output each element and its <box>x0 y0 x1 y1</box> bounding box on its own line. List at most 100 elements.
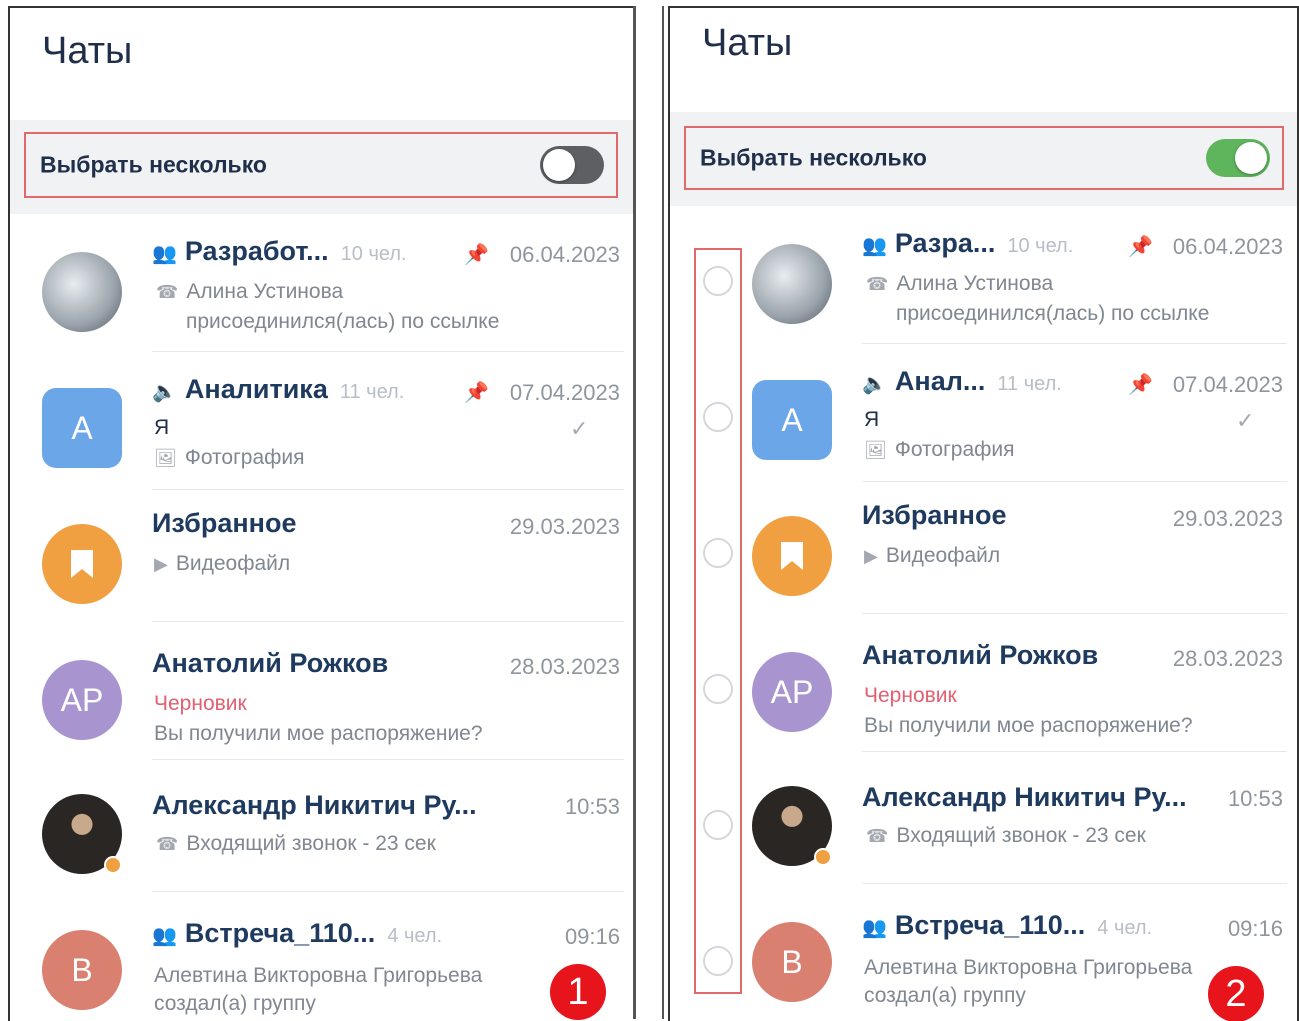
select-multiple-toggle[interactable] <box>1206 139 1270 177</box>
chat-avatar-photo <box>42 252 122 332</box>
chat-date: 29.03.2023 <box>509 514 620 539</box>
chat-date: 06.04.2023 <box>1172 234 1283 259</box>
group-icon: 👥 <box>862 235 887 257</box>
step-marker: 2 <box>1208 966 1264 1021</box>
pin-icon: 📌 <box>1128 236 1153 258</box>
online-status-dot <box>104 856 122 874</box>
chat-preview-line2: присоединился(лась) по ссылке <box>186 310 500 333</box>
phone-icon: ☎ <box>866 274 889 294</box>
member-count: 10 чел. <box>1007 235 1074 257</box>
chat-sender: Я <box>154 416 170 439</box>
chat-name-line: 🔈 Анал... 11 чел. <box>862 366 1062 397</box>
chat-name: Разра... <box>894 228 996 258</box>
chat-name-line: 👥 Встреча_110... 4 чел. <box>152 918 442 949</box>
chat-row-alexander[interactable]: Александр Никитич Ру... 10:53 ☎ Входящий … <box>720 752 1297 884</box>
chat-row-favorites[interactable]: Избранное 29.03.2023 ▶ Видеофайл <box>720 482 1297 614</box>
chat-name: Разработ... <box>184 236 329 266</box>
chat-avatar: AP <box>752 652 832 732</box>
chat-avatar-photo <box>752 244 832 324</box>
chat-date: 10:53 <box>1227 786 1283 811</box>
chat-preview-line1: ▶ Видеофайл <box>154 552 291 575</box>
member-count: 10 чел. <box>340 243 407 265</box>
group-icon: 👥 <box>862 917 887 939</box>
chat-date: 28.03.2023 <box>1172 646 1283 671</box>
pin-icon: 📌 <box>1128 374 1153 396</box>
video-icon: ▶ <box>154 554 168 574</box>
chat-name: Анатолий Рожков <box>152 648 389 678</box>
group-icon: 👥 <box>152 243 177 265</box>
chat-name: Встреча_110... <box>184 918 376 948</box>
chat-date: 07.04.2023 <box>1172 372 1283 397</box>
select-multiple-label: Выбрать несколько <box>40 151 267 178</box>
megaphone-icon: 🔈 <box>152 381 177 403</box>
chat-name: Александр Никитич Ру... <box>862 782 1187 812</box>
chat-preview-line1: Алевтина Викторовна Григорьева <box>864 956 1193 979</box>
chat-row-development[interactable]: 👥 Разра... 10 чел. 📌 06.04.2023 ☎ Алина У… <box>720 206 1297 344</box>
chat-avatar: B <box>752 922 832 1002</box>
chat-date: 29.03.2023 <box>1172 506 1283 531</box>
pin-icon: 📌 <box>464 382 489 404</box>
chat-preview-line1: ▶ Видеофайл <box>864 544 1001 567</box>
chats-panel-toggle-off: Чаты Выбрать несколько 👥 Разработ... 10 … <box>8 6 634 1021</box>
chat-preview-line2: присоединился(лась) по ссылке <box>896 302 1210 325</box>
chat-preview-line2: Вы получили мое распоряжение? <box>154 722 483 745</box>
member-count: 4 чел. <box>387 925 443 947</box>
chat-name-line: 👥 Разработ... 10 чел. <box>152 236 407 267</box>
panel-separator <box>662 6 664 1019</box>
member-count: 11 чел. <box>339 381 405 403</box>
select-multiple-row[interactable]: Выбрать несколько <box>24 132 618 198</box>
chat-name-line: Анатолий Рожков <box>152 648 388 679</box>
chat-name-line: 🔈 Аналитика 11 чел. <box>152 374 404 405</box>
chat-date: 10:53 <box>564 794 620 819</box>
chat-preview-line2: Вы получили мое распоряжение? <box>864 714 1193 737</box>
photo-icon: 🖼 <box>864 440 887 460</box>
chat-name: Анал... <box>894 366 986 396</box>
chat-name: Аналитика <box>184 374 328 404</box>
chat-avatar: AP <box>42 660 122 740</box>
chat-row-meeting[interactable]: B 👥 Встреча_110... 4 чел. 09:16 Алевтина… <box>10 892 634 1021</box>
chat-name-line: 👥 Разра... 10 чел. <box>862 228 1073 259</box>
chat-name: Анатолий Рожков <box>862 640 1099 670</box>
chat-avatar: B <box>42 930 122 1010</box>
chat-row-favorites[interactable]: Избранное 29.03.2023 ▶ Видеофайл <box>10 490 634 622</box>
chat-preview-line1: ☎ Алина Устинова <box>156 280 344 303</box>
chat-date: 09:16 <box>564 924 620 949</box>
video-icon: ▶ <box>864 546 878 566</box>
toggle-knob <box>543 149 575 181</box>
chat-preview-line1: ☎ Алина Устинова <box>866 272 1054 295</box>
select-multiple-row[interactable]: Выбрать несколько <box>684 126 1284 190</box>
chat-row-analytics[interactable]: A 🔈 Анал... 11 чел. 📌 07.04.2023 Я ✓ 🖼 Фо… <box>720 344 1297 482</box>
chat-name: Встреча_110... <box>894 910 1086 940</box>
chat-date: 07.04.2023 <box>509 380 620 405</box>
chat-date: 28.03.2023 <box>509 654 620 679</box>
chat-row-rozhkov[interactable]: AP Анатолий Рожков 28.03.2023 Черновик В… <box>10 622 634 760</box>
chat-avatar: A <box>42 388 122 468</box>
phone-icon: ☎ <box>156 282 179 302</box>
bookmark-icon <box>781 542 803 570</box>
chat-avatar <box>42 524 122 604</box>
chat-preview-line1: Алевтина Викторовна Григорьева <box>154 964 483 987</box>
chat-row-analytics[interactable]: A 🔈 Аналитика 11 чел. 📌 07.04.2023 Я ✓ 🖼… <box>10 352 634 490</box>
chat-name-line: Анатолий Рожков <box>862 640 1098 671</box>
step-marker: 1 <box>550 964 606 1020</box>
chat-preview-line2: 🖼 Фотография <box>864 438 1015 461</box>
chat-date: 09:16 <box>1227 916 1283 941</box>
bookmark-icon <box>71 550 93 578</box>
select-multiple-toggle[interactable] <box>540 146 604 184</box>
chat-name-line: Избранное <box>862 500 1006 531</box>
chat-name-line: 👥 Встреча_110... 4 чел. <box>862 910 1152 941</box>
chat-row-rozhkov[interactable]: AP Анатолий Рожков 28.03.2023 Черновик В… <box>720 614 1297 752</box>
chat-row-alexander[interactable]: Александр Никитич Ру... 10:53 ☎ Входящий … <box>10 760 634 892</box>
toggle-knob <box>1235 142 1267 174</box>
checkmark-icon: ✓ <box>1236 408 1255 433</box>
chats-panel-toggle-on: Чаты Выбрать несколько 👥 Разра... 10 чел… <box>668 6 1299 1021</box>
panel-separator <box>633 6 636 1019</box>
group-icon: 👥 <box>152 925 177 947</box>
chat-avatar <box>752 516 832 596</box>
chat-preview-line1: ☎ Входящий звонок - 23 сек <box>866 824 1146 847</box>
checkmark-icon: ✓ <box>570 416 589 441</box>
page-title: Чаты <box>42 30 133 72</box>
chat-date: 06.04.2023 <box>509 242 620 267</box>
chat-row-development[interactable]: 👥 Разработ... 10 чел. 📌 06.04.2023 ☎ Алин… <box>10 214 634 352</box>
chat-preview-line2: создал(а) группу <box>864 984 1026 1007</box>
